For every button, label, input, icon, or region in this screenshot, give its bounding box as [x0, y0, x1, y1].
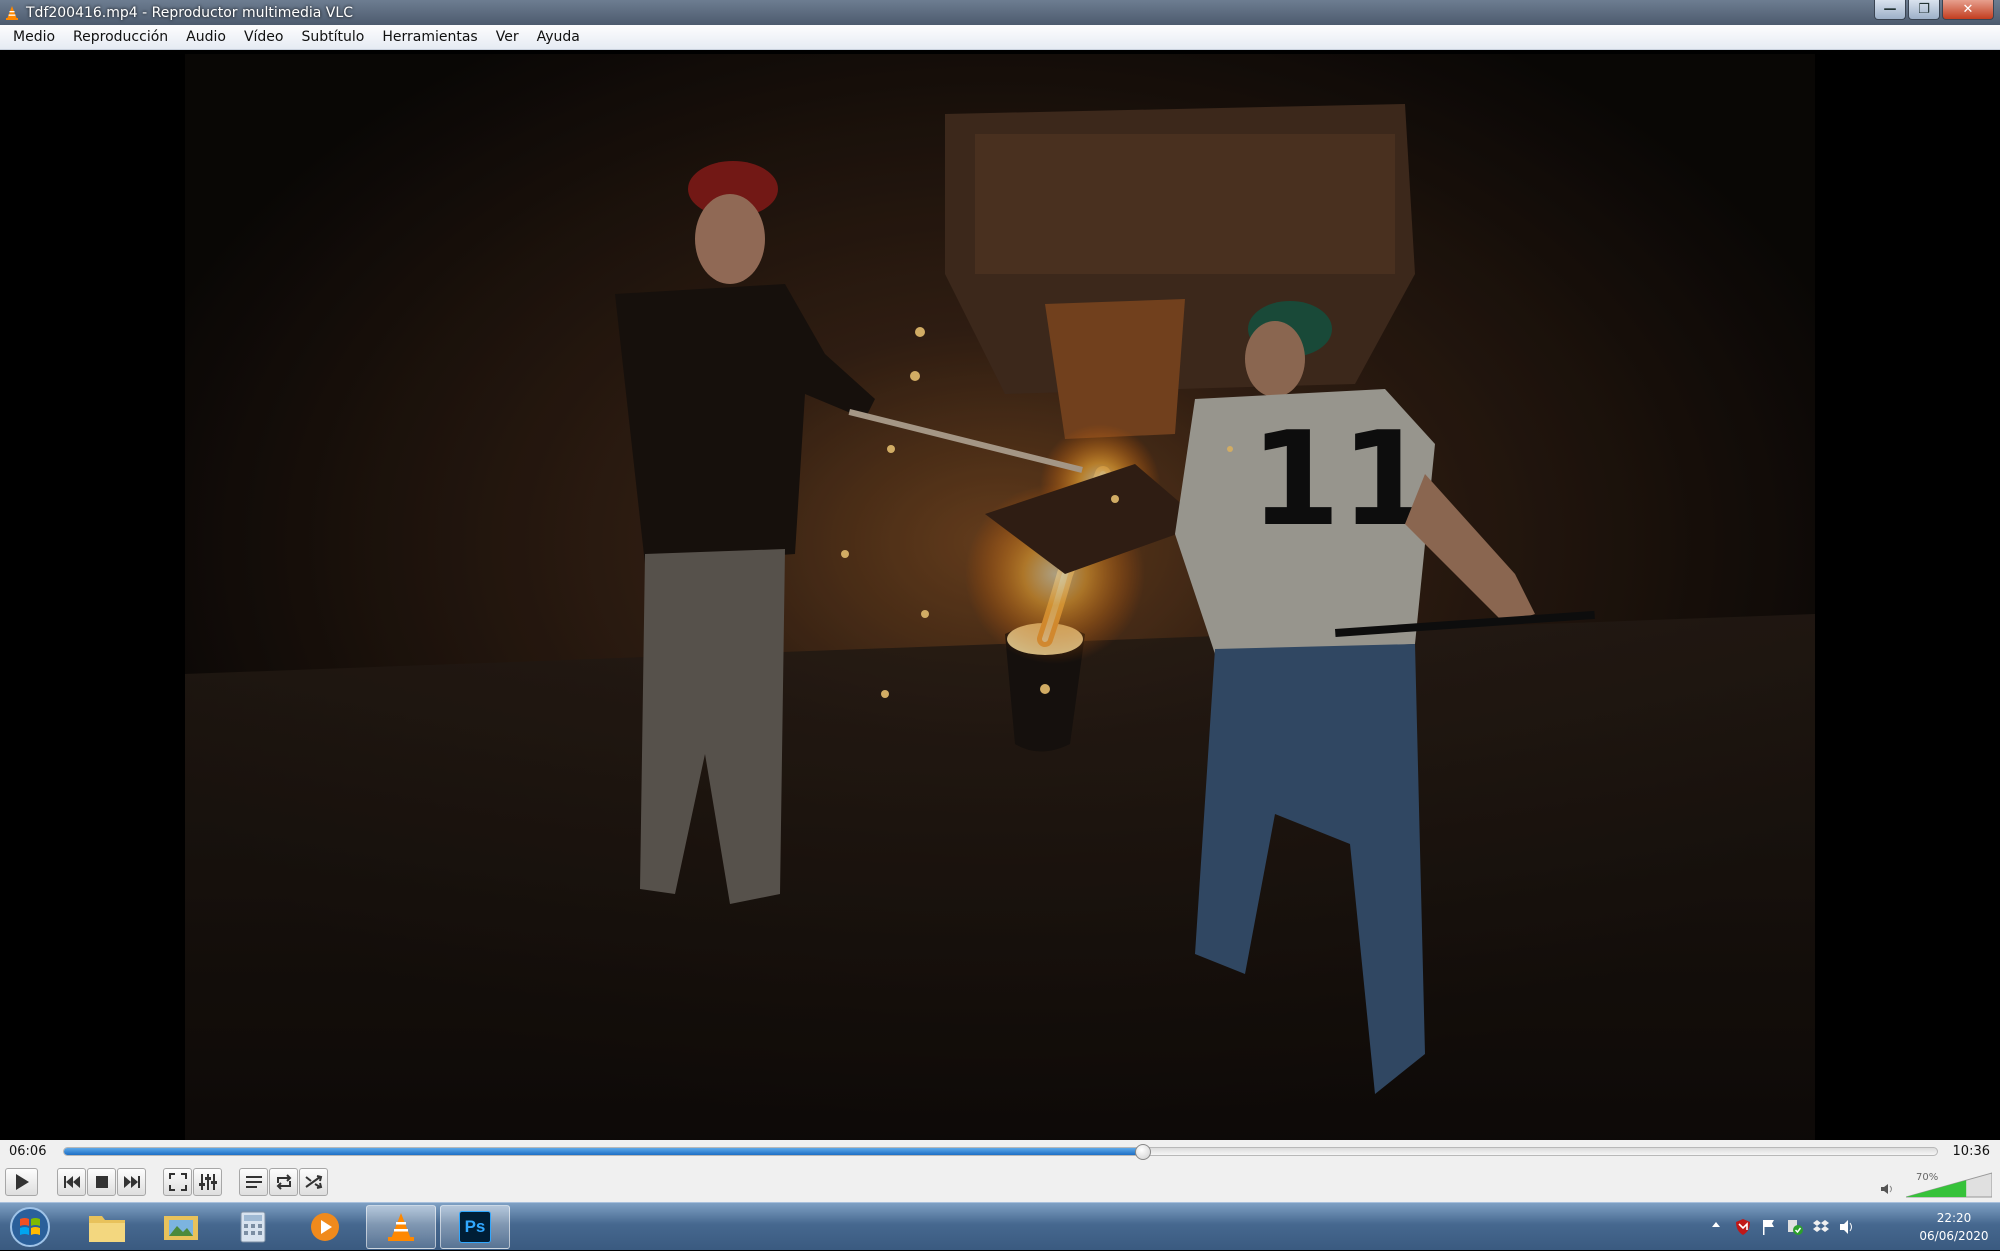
photo-gallery-icon	[164, 1216, 198, 1240]
taskbar-explorer[interactable]	[72, 1205, 142, 1249]
playback-controls: 70%	[0, 1163, 2000, 1202]
title-bar[interactable]: Tdf200416.mp4 - Reproductor multimedia V…	[0, 0, 2000, 25]
video-area[interactable]: 11	[0, 51, 2000, 1140]
previous-icon	[63, 1176, 80, 1188]
close-button[interactable]: ✕	[1942, 0, 1994, 20]
loop-button[interactable]	[269, 1168, 298, 1196]
photoshop-icon: Ps	[459, 1211, 491, 1243]
taskbar-vlc[interactable]	[366, 1205, 436, 1249]
fullscreen-button[interactable]	[163, 1168, 192, 1196]
show-hidden-icons[interactable]	[1710, 1218, 1722, 1230]
shuffle-button[interactable]	[299, 1168, 328, 1196]
next-button[interactable]	[117, 1168, 146, 1196]
clock-time: 22:20	[1936, 1211, 1972, 1225]
menu-ver[interactable]: Ver	[487, 29, 528, 45]
folder-icon	[89, 1216, 125, 1242]
play-icon	[15, 1174, 29, 1190]
vlc-icon	[6, 5, 18, 20]
taskbar-media-player[interactable]	[290, 1205, 360, 1249]
extended-settings-icon	[198, 1174, 217, 1190]
antivirus-shield-icon[interactable]	[1734, 1218, 1752, 1236]
elapsed-time: 06:06	[9, 1144, 47, 1159]
play-button[interactable]	[5, 1168, 38, 1196]
restore-icon: ❐	[1918, 2, 1930, 17]
total-time: 10:36	[1952, 1144, 1990, 1159]
stop-icon	[95, 1176, 108, 1188]
clock-date: 06/06/2020	[1919, 1229, 1989, 1243]
seek-row: 06:06 10:36	[0, 1140, 2000, 1163]
menu-audio[interactable]: Audio	[177, 29, 235, 45]
menu-reproduccion[interactable]: Reproducción	[64, 29, 177, 45]
seek-handle[interactable]	[1134, 1144, 1151, 1160]
taskbar-calculator[interactable]	[218, 1205, 288, 1249]
photoshop-label: Ps	[464, 1217, 486, 1236]
action-center-flag-icon[interactable]	[1760, 1218, 1778, 1236]
volume-slider[interactable]	[1906, 1170, 1992, 1198]
previous-button[interactable]	[57, 1168, 86, 1196]
taskbar-photoshop[interactable]: Ps	[440, 1205, 510, 1249]
window-title: Tdf200416.mp4 - Reproductor multimedia V…	[26, 4, 353, 21]
menu-video[interactable]: Vídeo	[235, 29, 293, 45]
seek-progress	[64, 1148, 1143, 1155]
dropbox-icon[interactable]	[1812, 1218, 1830, 1236]
video-frame: 11	[185, 54, 1815, 1140]
playlist-button[interactable]	[239, 1168, 268, 1196]
close-icon: ✕	[1962, 2, 1974, 17]
taskbar: Ps 22:20 06/06/2020	[0, 1202, 2000, 1250]
fullscreen-icon	[168, 1173, 187, 1191]
next-icon	[123, 1176, 140, 1188]
playlist-icon	[245, 1176, 262, 1188]
vlc-cone-icon	[388, 1213, 414, 1241]
menu-bar: Medio Reproducción Audio Vídeo Subtítulo…	[0, 25, 2000, 50]
menu-ayuda[interactable]: Ayuda	[528, 29, 589, 45]
speaker-icon[interactable]	[1880, 1183, 1894, 1195]
shuffle-icon	[304, 1175, 322, 1189]
menu-herramientas[interactable]: Herramientas	[373, 29, 486, 45]
taskbar-image-viewer[interactable]	[146, 1205, 216, 1249]
extended-settings-button[interactable]	[193, 1168, 222, 1196]
maximize-button[interactable]: ❐	[1908, 0, 1940, 20]
clock[interactable]: 22:20 06/06/2020	[1918, 1209, 1990, 1245]
stop-button[interactable]	[87, 1168, 116, 1196]
minimize-icon: —	[1883, 2, 1897, 17]
minimize-button[interactable]: —	[1874, 0, 1906, 20]
loop-icon	[276, 1174, 291, 1190]
menu-subtitulo[interactable]: Subtítulo	[293, 29, 374, 45]
menu-medio[interactable]: Medio	[4, 29, 64, 45]
calculator-icon	[240, 1211, 266, 1243]
media-player-icon	[311, 1213, 339, 1241]
volume-tray-icon[interactable]	[1838, 1218, 1856, 1236]
seek-bar[interactable]	[63, 1144, 1938, 1160]
start-button[interactable]	[6, 1205, 54, 1249]
security-check-icon[interactable]	[1786, 1218, 1804, 1236]
